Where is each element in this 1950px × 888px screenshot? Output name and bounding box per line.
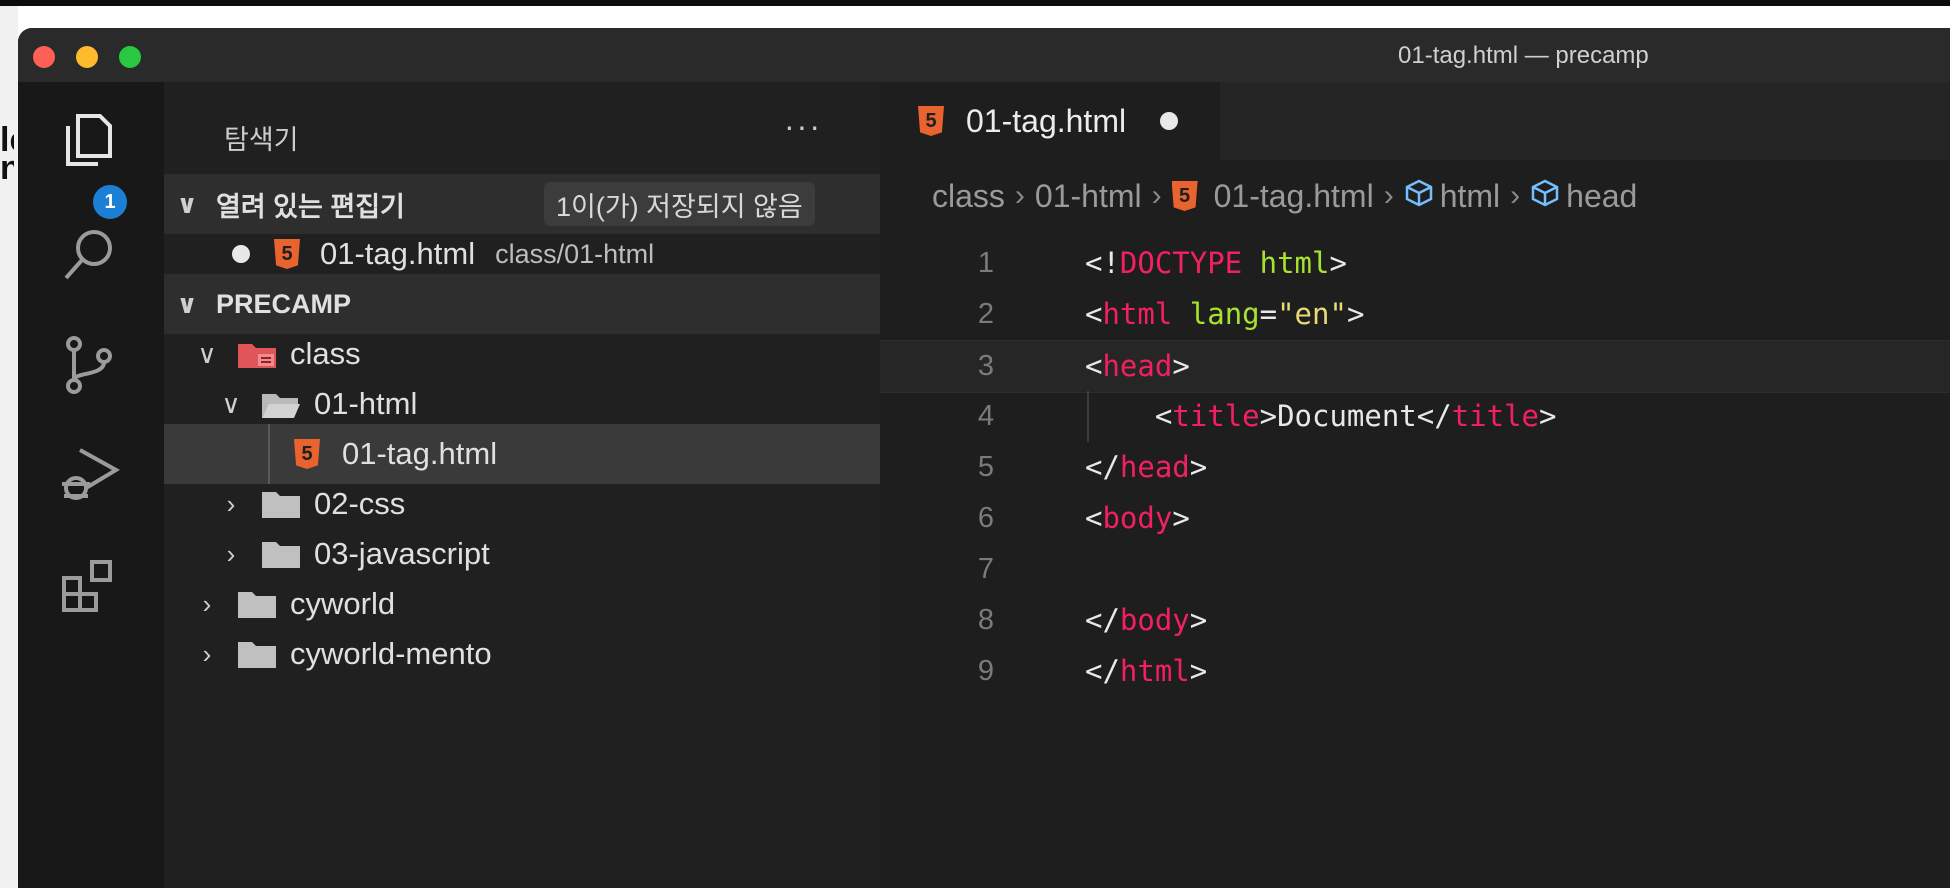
tree-label: 01-html (314, 386, 418, 421)
explorer-badge: 1 (90, 182, 130, 222)
extensions-icon[interactable] (54, 552, 124, 622)
explorer-sidebar: 탐색기 ··· ∨ 열려 있는 편집기 1이(가) 저장되지 않음 5 01-t… (164, 82, 880, 888)
tab-label: 01-tag.html (966, 102, 1127, 139)
tab-01-tag-html[interactable]: 5 01-tag.html (880, 82, 1220, 160)
html-file-icon: 5 (294, 439, 320, 469)
chevron-right-icon: › (1510, 179, 1521, 212)
line-number: 5 (977, 451, 994, 483)
search-icon[interactable] (54, 220, 124, 290)
chevron-right-icon: › (202, 588, 212, 619)
tree-label: cyworld-mento (290, 636, 492, 671)
line-number: 8 (977, 604, 994, 636)
tree-item-cyworld-mento[interactable]: › cyworld-mento (164, 624, 880, 684)
chevron-down-icon: ∨ (176, 288, 198, 319)
html-file-icon: 5 (274, 239, 300, 269)
more-actions-button[interactable]: ··· (784, 108, 822, 145)
background-window-edge: len (0, 6, 18, 888)
close-window-button[interactable] (33, 46, 55, 68)
code-line[interactable]: 5 </head> (880, 442, 1950, 493)
code-line-2: <html lang="en"> (1085, 297, 1365, 331)
tab-bar: 5 01-tag.html (880, 82, 1950, 160)
code-line-6: <body> (1085, 501, 1190, 535)
code-line-9: </html> (1085, 654, 1208, 688)
window-title: 01-tag.html — precamp (1398, 42, 1649, 69)
chevron-down-icon: ∨ (176, 188, 198, 219)
line-number: 3 (977, 350, 994, 382)
workspace-label: PRECAMP (216, 288, 352, 319)
code-line[interactable]: 2 <html lang="en"> (880, 289, 1950, 340)
tree-label: cyworld (290, 586, 396, 621)
files-icon[interactable] (54, 106, 124, 176)
code-line-3: <head> (1085, 349, 1190, 383)
class-folder-icon (236, 338, 278, 370)
chevron-right-icon: › (1014, 179, 1025, 212)
code-line-4: <title>Document</title> (1085, 399, 1557, 433)
breadcrumb-item[interactable]: 01-html (1035, 178, 1142, 215)
folder-icon (260, 488, 302, 520)
code-line-1: <!DOCTYPE html> (1085, 246, 1347, 280)
breadcrumb: class › 01-html › 5 01-tag.html › html ›… (880, 166, 1950, 226)
code-line[interactable]: 6 <body> (880, 493, 1950, 544)
tree-label: class (290, 336, 361, 371)
symbol-element-icon (1530, 178, 1560, 215)
chevron-right-icon: › (226, 488, 236, 519)
code-line-8: </body> (1085, 603, 1208, 637)
tree-label: 01-tag.html (342, 436, 498, 471)
symbol-element-icon (1404, 178, 1434, 215)
html-file-icon: 5 (1171, 181, 1198, 211)
chevron-right-icon: › (202, 638, 212, 669)
unsaved-dot-icon[interactable] (1160, 112, 1179, 130)
editor-area: 5 01-tag.html class › 01-html › 5 01-tag… (880, 82, 1950, 888)
unsaved-dot-icon[interactable] (232, 245, 250, 263)
code-line[interactable]: 7 (880, 544, 1950, 595)
folder-icon (236, 638, 278, 670)
zoom-window-button[interactable] (119, 46, 141, 68)
code-line[interactable]: 9 </html> (880, 646, 1950, 697)
tree-label: 03-javascript (314, 536, 490, 571)
folder-icon (260, 538, 302, 570)
tree-label: 02-css (314, 486, 406, 521)
open-editor-filename: 01-tag.html (320, 236, 476, 271)
breadcrumb-item[interactable]: class (932, 178, 1005, 215)
line-number: 6 (977, 502, 994, 534)
title-bar: 01-tag.html — precamp (18, 28, 1950, 82)
vscode-window: 01-tag.html — precamp 1 탐색기 ··· ∨ 열려 있는 … (18, 28, 1950, 888)
chevron-right-icon: › (226, 538, 236, 569)
open-editor-path: class/01-html (495, 238, 655, 269)
html-file-icon: 5 (918, 106, 944, 136)
top-strip (0, 0, 1950, 6)
explorer-title: 탐색기 (224, 125, 299, 155)
code-line-5: </head> (1085, 450, 1208, 484)
chevron-right-icon: › (1383, 179, 1394, 212)
chevron-right-icon: › (1151, 179, 1162, 212)
breadcrumb-item[interactable]: html (1440, 178, 1500, 215)
line-number: 4 (977, 400, 994, 432)
code-line[interactable]: 1 <!DOCTYPE html> (880, 238, 1950, 289)
code-line-current[interactable]: 3 <head> (880, 340, 1950, 393)
code-line[interactable]: 8 </body> (880, 595, 1950, 646)
minimize-window-button[interactable] (76, 46, 98, 68)
line-number: 9 (977, 655, 994, 687)
source-control-icon[interactable] (54, 330, 124, 400)
chevron-down-icon: ∨ (221, 388, 241, 419)
run-debug-icon[interactable] (54, 440, 124, 510)
line-number: 2 (977, 298, 994, 330)
line-number: 1 (977, 247, 994, 279)
unsaved-count-badge: 1이(가) 저장되지 않음 (544, 182, 815, 226)
open-folder-icon (260, 388, 302, 420)
line-number: 7 (977, 553, 994, 585)
open-editors-label: 열려 있는 편집기 (216, 191, 405, 222)
breadcrumb-item[interactable]: head (1566, 178, 1637, 215)
chevron-down-icon: ∨ (197, 338, 217, 369)
activity-bar: 1 (18, 82, 164, 888)
breadcrumb-item[interactable]: 01-tag.html (1214, 178, 1374, 215)
code-line[interactable]: 4 <title>Document</title> (880, 391, 1950, 442)
folder-icon (236, 588, 278, 620)
